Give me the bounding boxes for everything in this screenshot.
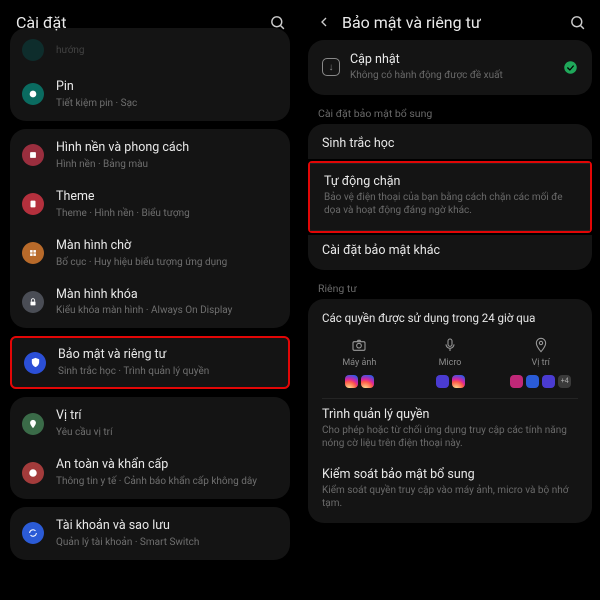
group-display: Hình nền và phong cách Hình nền · Bảng m… [10, 129, 290, 329]
item-safety[interactable]: An toàn và khẩn cấp Thông tin y tế · Cản… [10, 448, 290, 497]
item-perm24[interactable]: Các quyền được sử dụng trong 24 giờ qua [308, 303, 592, 327]
item-battery[interactable]: Pin Tiết kiệm pin · Sạc [10, 70, 290, 119]
shield-icon [24, 352, 46, 374]
item-biometrics[interactable]: Sinh trắc học [308, 128, 592, 159]
back-icon[interactable] [316, 14, 332, 30]
section-privacy: Riêng tư [300, 276, 600, 299]
wallpaper-icon [22, 144, 44, 166]
theme-icon [22, 193, 44, 215]
permissions-card: Các quyền được sử dụng trong 24 giờ qua … [308, 299, 592, 523]
biometrics-card: Sinh trắc học [308, 124, 592, 159]
pin-icon [533, 337, 549, 353]
item-update[interactable]: ↓ Cập nhật Không có hành động được đề xu… [308, 44, 592, 91]
item-homescreen[interactable]: Màn hình chờ Bố cục · Huy hiệu biểu tượn… [10, 229, 290, 278]
lock-icon [22, 291, 44, 313]
search-icon[interactable] [569, 14, 586, 31]
battery-icon [22, 83, 44, 105]
item-accounts[interactable]: Tài khoản và sao lưu Quản lý tài khoản ·… [10, 509, 290, 558]
item-privacy-control[interactable]: Kiểm soát bảo mật bổ sung Kiểm soát quyề… [308, 459, 592, 519]
mic-icon [442, 337, 458, 353]
location-icon [22, 413, 44, 435]
item-lockscreen[interactable]: Màn hình khóa Kiểu khóa màn hình · Alway… [10, 278, 290, 327]
item-title: Pin [56, 79, 278, 96]
perm-location[interactable]: Vị trí +4 [495, 337, 586, 388]
other-security-card: Cài đặt bảo mật khác [308, 235, 592, 270]
item-autoblock[interactable]: Tự động chặn Bảo vệ điện thoại của bạn b… [310, 163, 590, 231]
check-icon [563, 60, 578, 75]
item-theme[interactable]: Theme Theme · Hình nền · Biểu tượng [10, 180, 290, 229]
home-icon [22, 242, 44, 264]
item-wallpaper[interactable]: Hình nền và phong cách Hình nền · Bảng m… [10, 131, 290, 180]
search-icon[interactable] [269, 14, 286, 31]
group-location: Vị trí Yêu cầu vị trí An toàn và khẩn cấ… [10, 397, 290, 499]
item-partial[interactable]: hướng [10, 30, 290, 70]
item-perm-manager[interactable]: Trình quản lý quyền Cho phép hoặc từ chố… [308, 399, 592, 459]
safety-icon [22, 462, 44, 484]
sync-icon [22, 522, 44, 544]
section-extra-security: Cài đặt bảo mật bổ sung [300, 101, 600, 124]
item-sub: Tiết kiệm pin · Sạc [56, 97, 278, 110]
settings-list: hướng Pin Tiết kiệm pin · Sạc Hình nền v… [0, 28, 300, 560]
autoblock-highlight: Tự động chặn Bảo vệ điện thoại của bạn b… [308, 161, 592, 233]
group-device-care: hướng Pin Tiết kiệm pin · Sạc [10, 28, 290, 121]
item-other-security[interactable]: Cài đặt bảo mật khác [308, 235, 592, 266]
settings-panel: Cài đặt hướng Pin Tiết kiệm pin · Sạc [0, 0, 300, 600]
camera-icon [351, 337, 367, 353]
right-header: Bảo mật và riêng tư [300, 0, 600, 42]
item-location[interactable]: Vị trí Yêu cầu vị trí [10, 399, 290, 448]
security-panel: Bảo mật và riêng tư ↓ Cập nhật Không có … [300, 0, 600, 600]
care-icon [22, 39, 44, 61]
page-title: Bảo mật và riêng tư [342, 13, 569, 32]
item-security-privacy[interactable]: Bảo mật và riêng tư Sinh trắc học · Trìn… [12, 338, 288, 387]
perm-micro[interactable]: Micro [405, 337, 496, 388]
group-security: Bảo mật và riêng tư Sinh trắc học · Trìn… [10, 336, 290, 389]
group-accounts: Tài khoản và sao lưu Quản lý tài khoản ·… [10, 507, 290, 560]
perm-row: Máy ảnh Micro Vị trí +4 [308, 327, 592, 394]
perm-camera[interactable]: Máy ảnh [314, 337, 405, 388]
update-card: ↓ Cập nhật Không có hành động được đề xu… [308, 40, 592, 95]
page-title: Cài đặt [16, 13, 269, 32]
update-icon: ↓ [322, 58, 340, 76]
